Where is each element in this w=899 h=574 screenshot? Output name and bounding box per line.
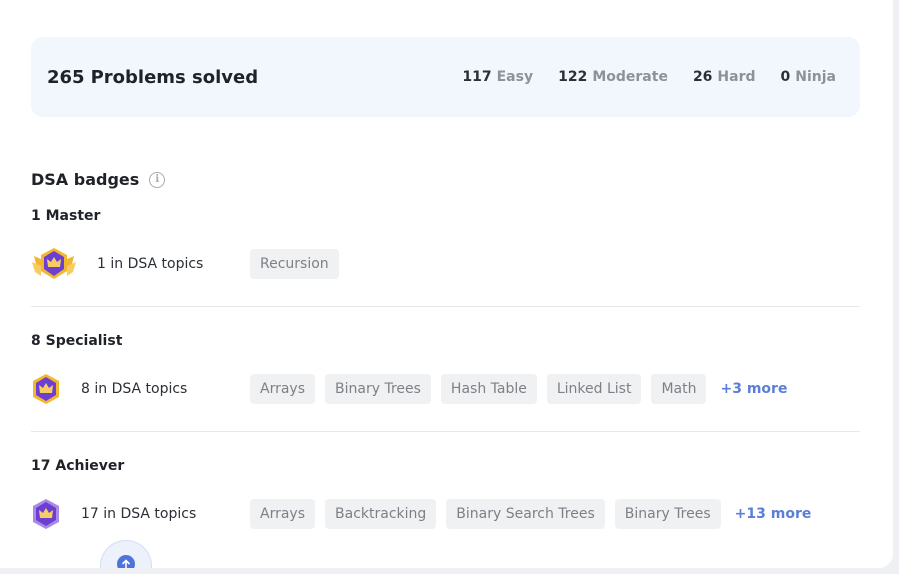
badge-count-achiever: 17 in DSA topics <box>81 506 197 522</box>
info-icon[interactable]: i <box>149 171 166 188</box>
topic-chip[interactable]: Arrays <box>250 499 316 529</box>
difficulty-stats: 117 Easy 122 Moderate 26 Hard 0 Ninja <box>462 69 836 85</box>
problems-solved-count: 265 <box>47 66 85 88</box>
topic-chip[interactable]: Hash Table <box>440 374 537 404</box>
specialist-badge-icon <box>33 374 59 404</box>
topic-chip[interactable]: Binary Trees <box>325 374 431 404</box>
badge-row-specialist: 8 in DSA topics <box>31 373 187 405</box>
more-topics-link[interactable]: +3 more <box>720 381 787 397</box>
topic-chips-specialist: Arrays Binary Trees Hash Table Linked Li… <box>250 374 787 404</box>
topic-chips-achiever: Arrays Backtracking Binary Search Trees … <box>250 499 811 529</box>
page-scrollbar[interactable] <box>893 0 899 574</box>
badge-count-specialist: 8 in DSA topics <box>81 381 188 397</box>
badge-count-master: 1 in DSA topics <box>97 256 204 272</box>
topic-chip[interactable]: Backtracking <box>325 499 437 529</box>
dsa-badges-heading: DSA badges i <box>31 170 166 189</box>
topic-chips-master: Recursion <box>250 249 339 279</box>
topic-chip[interactable]: Linked List <box>546 374 642 404</box>
badge-group-title-specialist: 8 Specialist <box>31 333 123 349</box>
topic-chip[interactable]: Binary Search Trees <box>446 499 605 529</box>
stat-moderate: 122 Moderate <box>558 69 668 85</box>
topic-chip[interactable]: Arrays <box>250 374 316 404</box>
topic-chip[interactable]: Recursion <box>250 249 339 279</box>
stat-easy: 117 Easy <box>462 69 534 85</box>
profile-card: 265 Problems solved 117 Easy 122 Moderate 2… <box>0 0 893 568</box>
scroll-to-top-button[interactable] <box>100 540 152 568</box>
arrow-up-icon <box>117 555 135 568</box>
more-topics-link[interactable]: +13 more <box>735 506 812 522</box>
stat-hard: 26 Hard <box>692 69 756 85</box>
problems-solved-label: Problems solved <box>90 66 259 88</box>
badge-group-title-achiever: 17 Achiever <box>31 458 125 474</box>
master-badge-icon <box>32 248 76 279</box>
divider <box>31 306 860 307</box>
divider <box>31 431 860 432</box>
badge-row-achiever: 17 in DSA topics <box>31 498 196 530</box>
problems-solved-panel: 265 Problems solved 117 Easy 122 Moderate 2… <box>31 37 860 117</box>
badge-row-master: 1 in DSA topics <box>31 248 203 280</box>
problems-solved-title: 265 Problems solved <box>47 67 258 88</box>
stat-ninja: 0 Ninja <box>780 69 836 85</box>
achiever-badge-icon <box>33 499 59 529</box>
badge-group-title-master: 1 Master <box>31 208 101 224</box>
topic-chip[interactable]: Binary Trees <box>614 499 721 529</box>
topic-chip[interactable]: Math <box>651 374 707 404</box>
dsa-badges-title: DSA badges <box>31 170 140 189</box>
